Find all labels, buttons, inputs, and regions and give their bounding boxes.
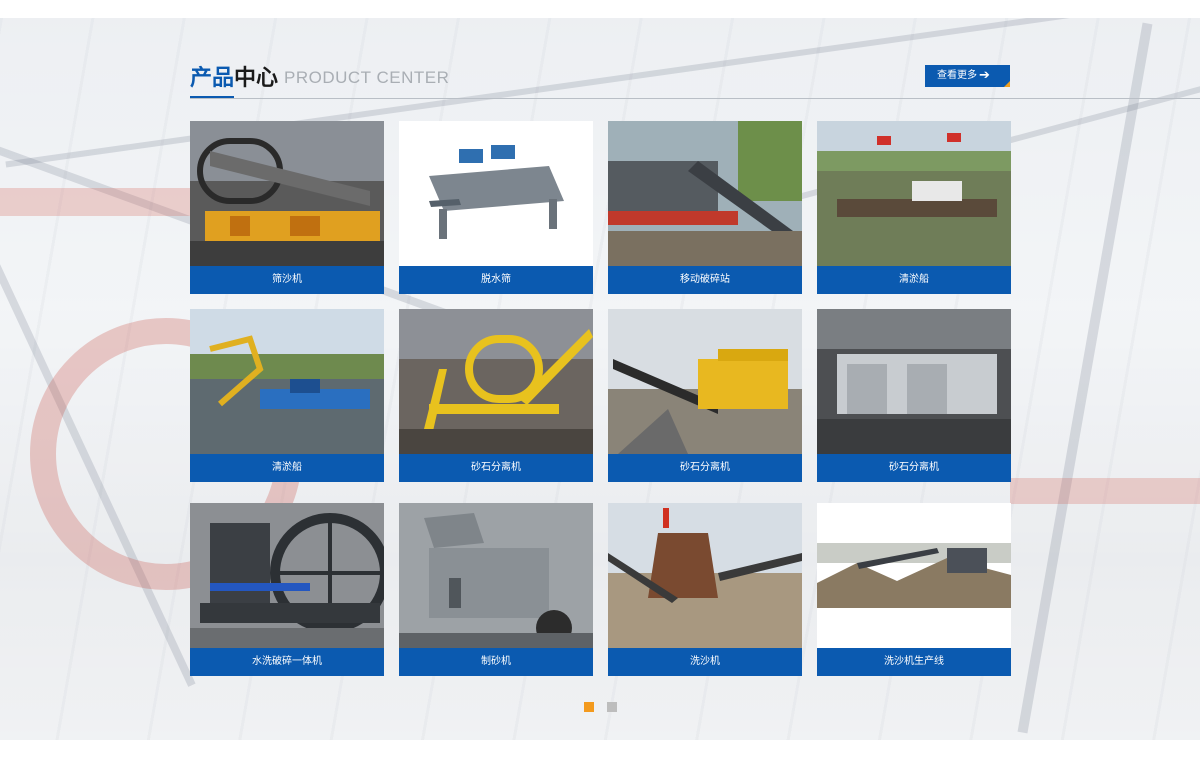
product-image-sand-separator-1[interactable] bbox=[399, 309, 593, 454]
product-card-8[interactable]: 砂石分离机 bbox=[817, 309, 1011, 482]
bottom-strip bbox=[0, 740, 1200, 760]
product-name: 洗沙机生产线 bbox=[817, 648, 1011, 676]
product-image-mobile-crusher[interactable] bbox=[608, 121, 802, 266]
product-card-12[interactable]: 洗沙机生产线 bbox=[817, 503, 1011, 676]
product-image-dredger-excavator[interactable] bbox=[190, 309, 384, 454]
product-card-6[interactable]: 砂石分离机 bbox=[399, 309, 593, 482]
product-card-1[interactable]: 筛沙机 bbox=[190, 121, 384, 294]
product-card-7[interactable]: 砂石分离机 bbox=[608, 309, 802, 482]
top-strip bbox=[0, 0, 1200, 18]
product-name: 水洗破碎一体机 bbox=[190, 648, 384, 676]
product-name: 筛沙机 bbox=[190, 266, 384, 294]
arrow-right-icon: ➔ bbox=[979, 68, 990, 83]
product-name: 洗沙机 bbox=[608, 648, 802, 676]
product-name: 脱水筛 bbox=[399, 266, 593, 294]
product-image-sand-washer[interactable] bbox=[608, 503, 802, 648]
product-image-sand-screening[interactable] bbox=[190, 121, 384, 266]
title-accent: 产品 bbox=[190, 66, 235, 91]
product-name: 砂石分离机 bbox=[608, 454, 802, 482]
section-title-cn: 产品中心 bbox=[190, 60, 278, 92]
title-rest: 中心 bbox=[234, 66, 279, 91]
product-grid: 筛沙机 脱水筛 移动破碎站 清淤船 清淤船 砂石分离机 砂石分离机 砂石分离机 … bbox=[190, 121, 1011, 681]
product-image-sand-separator-3[interactable] bbox=[817, 309, 1011, 454]
product-name: 清淤船 bbox=[817, 266, 1011, 294]
pagination-dot-1[interactable] bbox=[584, 702, 594, 712]
product-image-dewatering-screen[interactable] bbox=[399, 121, 593, 266]
product-card-4[interactable]: 清淤船 bbox=[817, 121, 1011, 294]
product-card-9[interactable]: 水洗破碎一体机 bbox=[190, 503, 384, 676]
product-image-sand-washing-line[interactable] bbox=[817, 503, 1011, 648]
product-name: 移动破碎站 bbox=[608, 266, 802, 294]
product-name: 制砂机 bbox=[399, 648, 593, 676]
product-card-10[interactable]: 制砂机 bbox=[399, 503, 593, 676]
view-more-label: 查看更多 bbox=[937, 70, 977, 81]
product-card-11[interactable]: 洗沙机 bbox=[608, 503, 802, 676]
product-image-wash-crush-machine[interactable] bbox=[190, 503, 384, 648]
header-divider bbox=[190, 98, 1200, 99]
product-image-sand-making-machine[interactable] bbox=[399, 503, 593, 648]
product-card-3[interactable]: 移动破碎站 bbox=[608, 121, 802, 294]
section-title-en: PRODUCT CENTER bbox=[284, 68, 450, 87]
view-more-button[interactable]: 查看更多 ➔ bbox=[925, 65, 1010, 87]
product-image-dredger-boat[interactable] bbox=[817, 121, 1011, 266]
product-image-sand-separator-2[interactable] bbox=[608, 309, 802, 454]
product-name: 砂石分离机 bbox=[817, 454, 1011, 482]
product-card-2[interactable]: 脱水筛 bbox=[399, 121, 593, 294]
product-name: 清淤船 bbox=[190, 454, 384, 482]
product-card-5[interactable]: 清淤船 bbox=[190, 309, 384, 482]
product-name: 砂石分离机 bbox=[399, 454, 593, 482]
pagination-dot-2[interactable] bbox=[607, 702, 617, 712]
section-header: 产品中心 PRODUCT CENTER bbox=[190, 60, 1010, 100]
